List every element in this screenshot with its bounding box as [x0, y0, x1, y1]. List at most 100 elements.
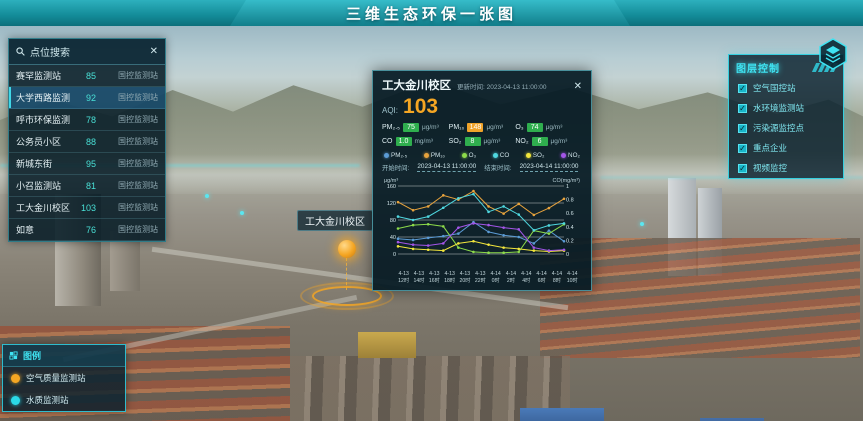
- map-legend-panel: 图例 空气质量监测站水质监测站: [2, 344, 126, 412]
- svg-text:40: 40: [390, 235, 396, 241]
- station-name: 小召监测站: [16, 179, 70, 192]
- station-aqi: 78: [74, 115, 96, 125]
- station-name: 大学西路监测站: [16, 91, 70, 104]
- station-name: 新城东街: [16, 157, 70, 170]
- svg-text:0: 0: [566, 252, 569, 258]
- checkbox-checked-icon[interactable]: ✓: [738, 104, 747, 113]
- x-tick-label: 4-1318时: [442, 271, 457, 284]
- poi-dot[interactable]: [640, 222, 644, 226]
- layer-label: 空气国控站: [753, 82, 796, 94]
- poi-dot[interactable]: [240, 211, 244, 215]
- legend-label: PM₁₀: [431, 152, 445, 159]
- pollutant-grid: PM₂.₅75μg/m³PM₁₀148μg/m³O₃74μg/m³CO1.0mg…: [382, 123, 582, 146]
- chart-legend-item[interactable]: NO₂: [561, 152, 580, 159]
- legend-icon: [9, 351, 18, 360]
- station-row[interactable]: 工大金川校区103国控监测站: [9, 197, 165, 219]
- pollutant-value-chip: 75: [403, 123, 419, 132]
- layer-toggle[interactable]: ✓污染源监控点: [729, 118, 843, 138]
- pollutant-reading: SO₂8μg/m³: [449, 137, 516, 146]
- station-row[interactable]: 小召监测站81国控监测站: [9, 175, 165, 197]
- station-marker-icon[interactable]: [338, 240, 356, 258]
- station-row[interactable]: 如意76国控监测站: [9, 219, 165, 241]
- station-aqi: 76: [74, 225, 96, 235]
- app-root: { "header": { "title": "三维生态环保一张图" }, "s…: [0, 0, 863, 421]
- time-range-row: 开始时间: 2023-04-13 11:00:00 结束时间: 2023-04-…: [382, 163, 582, 172]
- station-row[interactable]: 呼市环保监测站 78 国控监测站: [9, 109, 165, 131]
- pollutant-reading: O₃74μg/m³: [515, 123, 582, 132]
- layer-toggle[interactable]: ✓ 重点企业: [729, 138, 843, 158]
- checkbox-checked-icon[interactable]: ✓: [738, 144, 747, 153]
- layer-label: 重点企业: [753, 142, 787, 154]
- legend-header: 图例: [3, 345, 125, 367]
- legend-marker-icon: [11, 374, 20, 383]
- x-tick-label: 4-1320时: [457, 271, 472, 284]
- search-icon: [16, 47, 25, 56]
- svg-text:1: 1: [566, 184, 569, 190]
- layer-toggle[interactable]: ✓ 水环境监测站: [729, 98, 843, 118]
- legend-dot: [424, 153, 429, 158]
- checkbox-checked-icon[interactable]: ✓: [738, 124, 747, 133]
- pollutant-value-chip: 8: [465, 137, 481, 146]
- legend-label: SO₂: [533, 152, 545, 159]
- station-name: 呼市环保监测站: [16, 113, 70, 126]
- svg-text:120: 120: [387, 201, 396, 207]
- legend-title: 图例: [23, 349, 41, 362]
- svg-text:0.8: 0.8: [566, 198, 574, 204]
- station-detail-popup: 工大金川校区 更新时间: 2023-04-13 11:00:00 ✕ AQI: …: [372, 70, 592, 291]
- checkbox-checked-icon[interactable]: ✓: [738, 84, 747, 93]
- legend-item: 水质监测站: [3, 389, 125, 411]
- station-type: 国控监测站: [100, 224, 158, 235]
- station-name: 公务员小区: [16, 135, 70, 148]
- station-type: 国控监测站: [100, 114, 158, 125]
- layer-toggle[interactable]: ✓视频监控: [729, 158, 843, 178]
- station-name: 工大金川校区: [16, 201, 70, 214]
- legend-label: NO₂: [568, 152, 580, 159]
- app-title: 三维生态环保一张图: [0, 3, 863, 24]
- svg-text:160: 160: [387, 184, 396, 190]
- station-panel-title: 点位搜索: [30, 44, 145, 59]
- warehouse-roof: [520, 408, 604, 421]
- checkbox-checked-icon[interactable]: ✓: [738, 164, 747, 173]
- x-tick-label: 4-144时: [519, 271, 534, 284]
- legend-list: 空气质量监测站水质监测站: [3, 367, 125, 411]
- layer-toggle[interactable]: ✓ 空气国控站: [729, 78, 843, 98]
- x-tick-label: 4-146时: [534, 271, 549, 284]
- chart-legend-item[interactable]: CO: [493, 152, 509, 159]
- pollutant-name: O₃: [515, 124, 523, 131]
- station-name: 赛罕监测站: [16, 69, 70, 82]
- x-tick-label: 4-1314时: [411, 271, 426, 284]
- pollutant-value-chip: 6: [532, 137, 548, 146]
- pollutant-value-chip: 74: [527, 123, 543, 132]
- close-icon[interactable]: ✕: [574, 82, 582, 92]
- legend-dot: [384, 153, 389, 158]
- station-row[interactable]: 大学西路监测站92国控监测站: [9, 87, 165, 109]
- close-icon[interactable]: ✕: [150, 47, 158, 57]
- station-type: 国控监测站: [100, 92, 158, 103]
- svg-text:0.6: 0.6: [566, 211, 574, 217]
- station-aqi: 85: [74, 71, 96, 81]
- chart-legend-item[interactable]: SO₂: [526, 152, 545, 159]
- poi-dot[interactable]: [205, 194, 209, 198]
- station-row[interactable]: 赛罕监测站85国控监测站: [9, 65, 165, 87]
- chart-legend-item[interactable]: PM₂.₅: [384, 152, 407, 159]
- end-time-value[interactable]: 2023-04-14 11:00:00: [520, 163, 579, 172]
- layer-label: 水环境监测站: [753, 102, 804, 114]
- pollutant-reading: CO1.0mg/m³: [382, 137, 449, 146]
- svg-text:80: 80: [390, 218, 396, 224]
- map-station-label[interactable]: 工大金川校区: [297, 210, 373, 231]
- pollutant-name: PM₂.₅: [382, 124, 400, 131]
- chart-legend: PM₂.₅ PM₁₀ O₃ CO SO₂ NO₂: [382, 152, 582, 159]
- x-tick-label: 4-1410时: [565, 271, 580, 284]
- layer-panel-title: 图层控制: [736, 60, 814, 75]
- pollutant-unit: μg/m³: [486, 124, 503, 131]
- pollutant-reading: PM₂.₅75μg/m³: [382, 123, 449, 132]
- chart-legend-item[interactable]: PM₁₀: [424, 152, 445, 159]
- station-row[interactable]: 公务员小区88国控监测站: [9, 131, 165, 153]
- x-tick-label: 4-1316时: [427, 271, 442, 284]
- layer-control-panel: 图层控制 ✓空气国控站✓水环境监测站✓污染源监控点✓重点企业✓视频监控: [728, 54, 844, 179]
- station-row[interactable]: 新城东街95国控监测站: [9, 153, 165, 175]
- x-tick-label: 4-148时: [549, 271, 564, 284]
- chart-legend-item[interactable]: O₃: [462, 152, 476, 159]
- layers-icon[interactable]: [818, 38, 848, 70]
- start-time-value[interactable]: 2023-04-13 11:00:00: [417, 163, 476, 172]
